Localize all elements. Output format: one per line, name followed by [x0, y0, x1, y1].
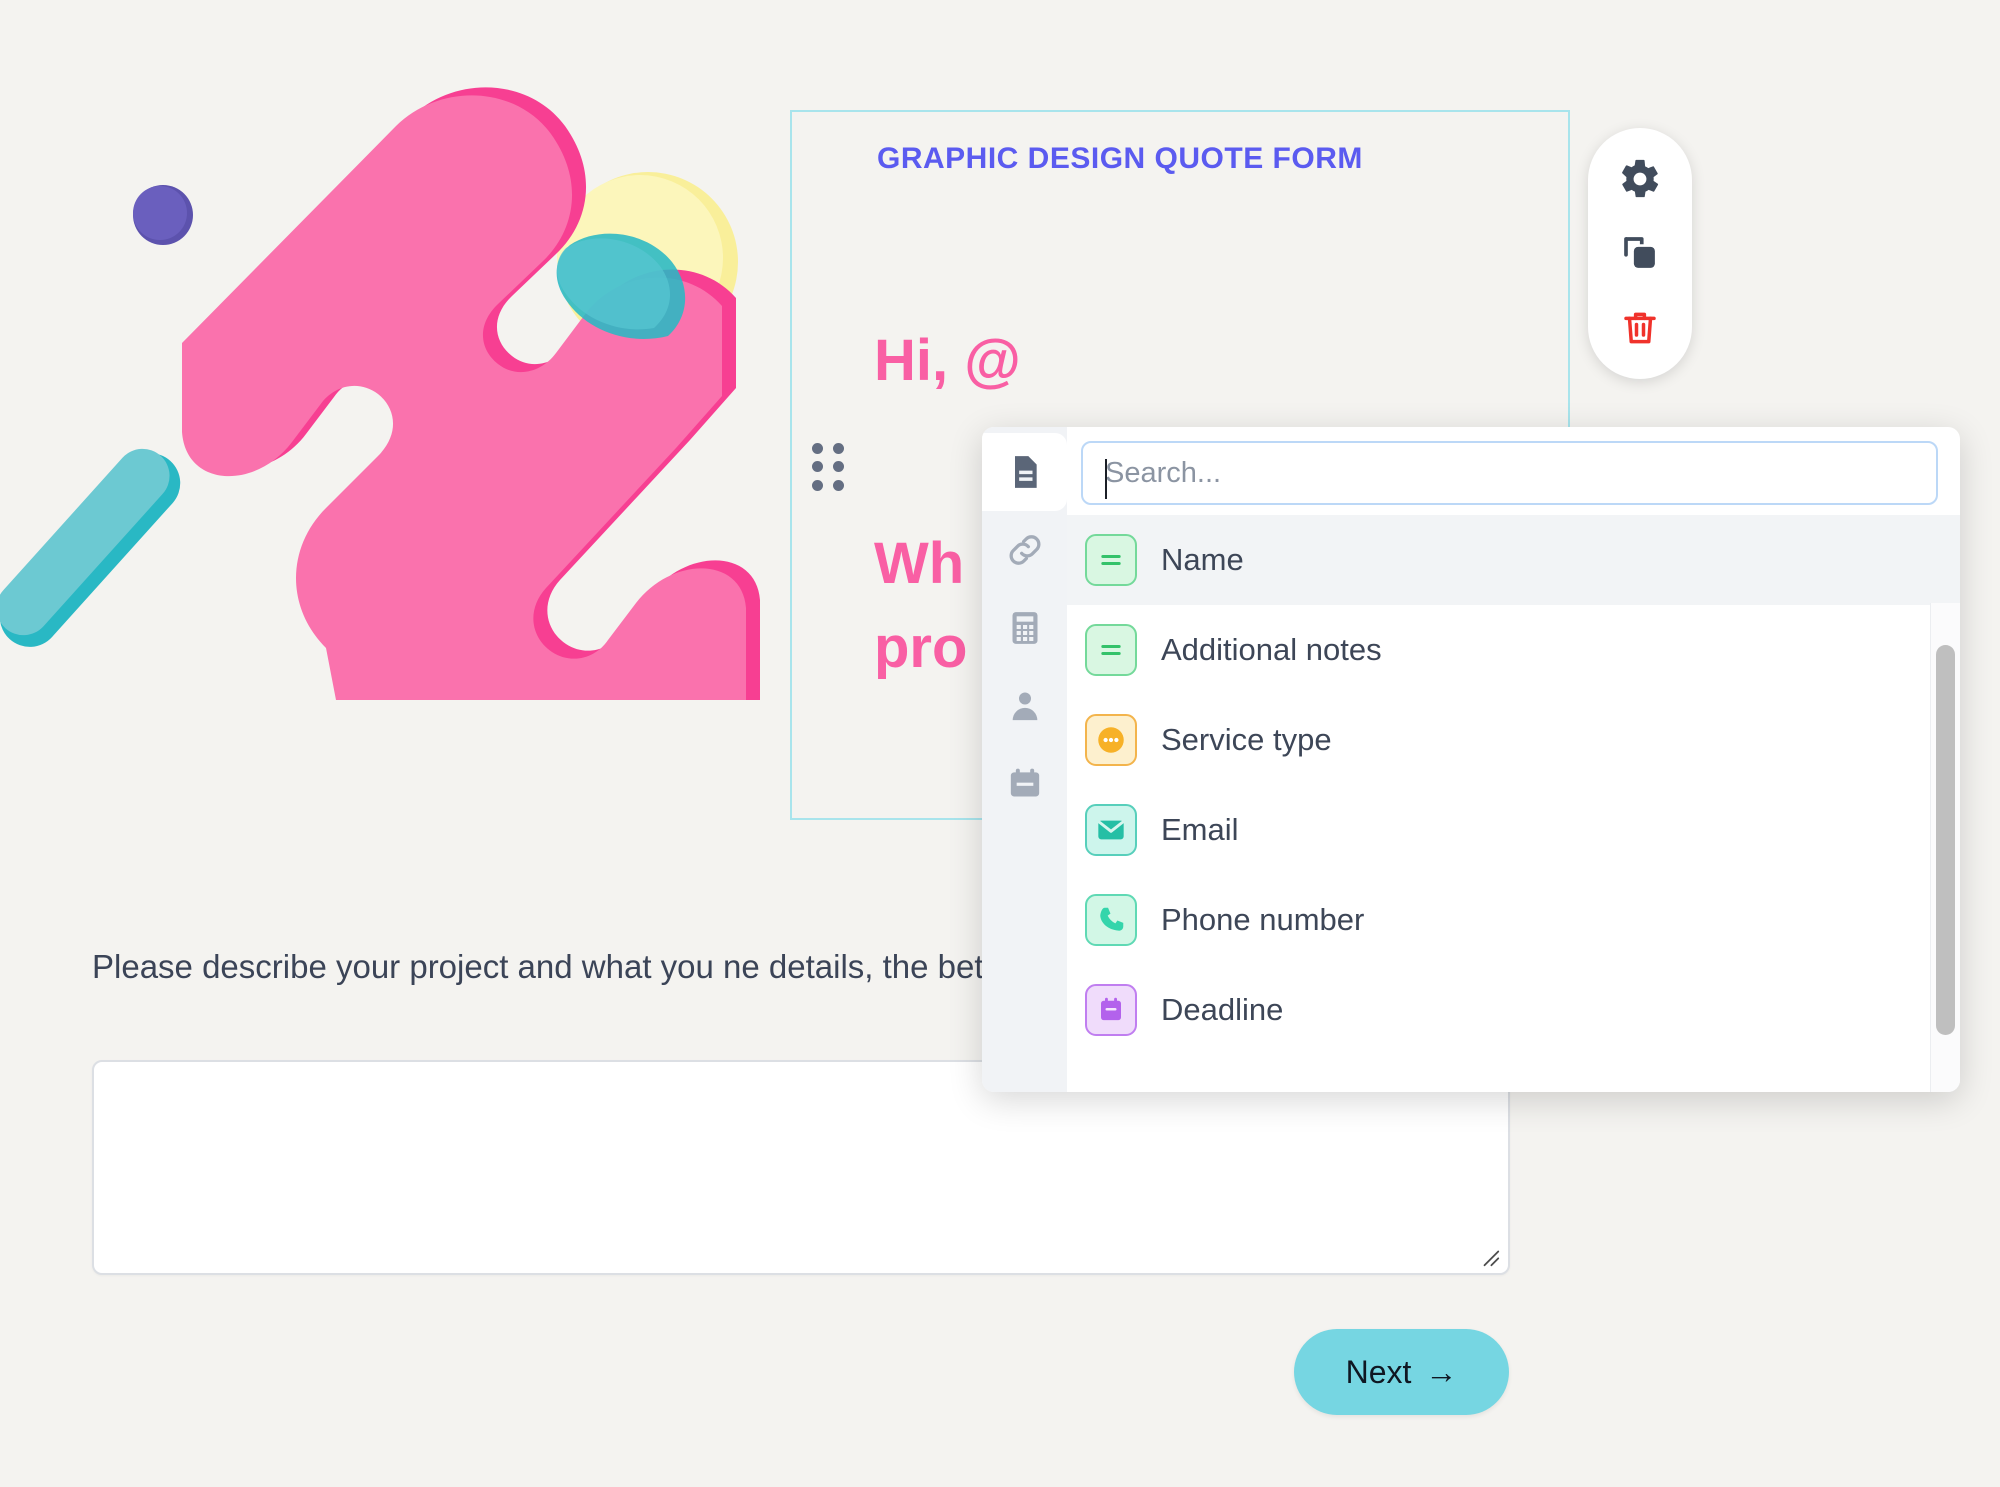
list-item-label: Phone number	[1161, 902, 1365, 937]
document-icon	[1014, 456, 1037, 488]
drag-dot	[812, 443, 823, 454]
gear-icon	[1622, 160, 1659, 198]
text-caret	[1105, 459, 1107, 499]
list-item-label: Name	[1161, 542, 1244, 577]
rail-item-calendar[interactable]	[982, 745, 1067, 823]
rail-item-person[interactable]	[982, 667, 1067, 745]
app-root: GRAPHIC DESIGN QUOTE FORM Hi, @ Wh pro P…	[0, 0, 2000, 1487]
envelope-icon	[1085, 804, 1137, 856]
arrow-right-icon: →	[1425, 1353, 1458, 1390]
drag-dot	[812, 479, 823, 491]
rail-item-link[interactable]	[982, 511, 1067, 589]
person-icon	[1012, 692, 1037, 721]
question-description: Please describe your project and what yo…	[92, 948, 1032, 985]
drag-handle-icon[interactable]	[812, 443, 846, 493]
next-button-label: Next	[1345, 1353, 1412, 1390]
drag-dot	[833, 461, 844, 473]
rail-item-document[interactable]	[982, 433, 1067, 511]
list-item-label: Additional notes	[1161, 632, 1382, 667]
list-item[interactable]: Deadline	[1067, 965, 1960, 1055]
text-lines-icon	[1085, 534, 1137, 586]
scrollbar-track[interactable]	[1930, 603, 1960, 1092]
calculator-icon	[1012, 612, 1037, 644]
calendar-icon	[1010, 768, 1039, 797]
list-item[interactable]: Additional notes	[1067, 605, 1960, 695]
next-button[interactable]: Next →	[1294, 1329, 1509, 1415]
list-item-label: Email	[1161, 812, 1239, 847]
settings-button[interactable]	[1612, 151, 1668, 207]
list-item[interactable]: Email	[1067, 785, 1960, 875]
trash-icon	[1624, 312, 1656, 344]
text-lines-icon	[1085, 624, 1137, 676]
link-icon	[1009, 535, 1040, 565]
duplicate-icon	[1624, 237, 1655, 269]
form-title: GRAPHIC DESIGN QUOTE FORM	[877, 142, 1363, 175]
answer-textarea[interactable]	[92, 1060, 1510, 1275]
purple-dot-highlight	[133, 186, 187, 240]
search-row	[1067, 427, 1960, 515]
phone-icon	[1085, 894, 1137, 946]
calendar-icon	[1085, 984, 1137, 1036]
decorative-artwork	[0, 87, 760, 700]
scrollbar-thumb[interactable]	[1936, 645, 1955, 1035]
duplicate-button[interactable]	[1612, 225, 1668, 281]
block-action-toolbar	[1588, 128, 1692, 379]
panel-main: Name Additional notes	[1067, 427, 1960, 1092]
list-item[interactable]: Phone number	[1067, 875, 1960, 965]
form-greeting: Hi, @	[874, 328, 1021, 393]
teal-bar-shape	[0, 448, 181, 647]
panel-icon-rail	[982, 427, 1067, 1092]
rail-item-calculator[interactable]	[982, 589, 1067, 667]
drag-dot	[833, 479, 844, 491]
field-type-panel: Name Additional notes	[982, 427, 1960, 1092]
choices-icon	[1085, 714, 1137, 766]
search-input[interactable]	[1081, 441, 1938, 505]
field-option-list: Name Additional notes Service type Email…	[1067, 515, 1960, 1092]
form-question: Wh pro	[874, 531, 968, 681]
delete-button[interactable]	[1612, 300, 1668, 356]
list-item[interactable]: Service type	[1067, 695, 1960, 785]
list-item[interactable]: Name	[1067, 515, 1960, 605]
drag-dot	[833, 443, 844, 454]
list-item-label: Deadline	[1161, 992, 1284, 1027]
resize-handle-icon[interactable]	[1479, 1246, 1501, 1268]
list-item-label: Service type	[1161, 722, 1332, 757]
drag-dot	[812, 461, 823, 473]
